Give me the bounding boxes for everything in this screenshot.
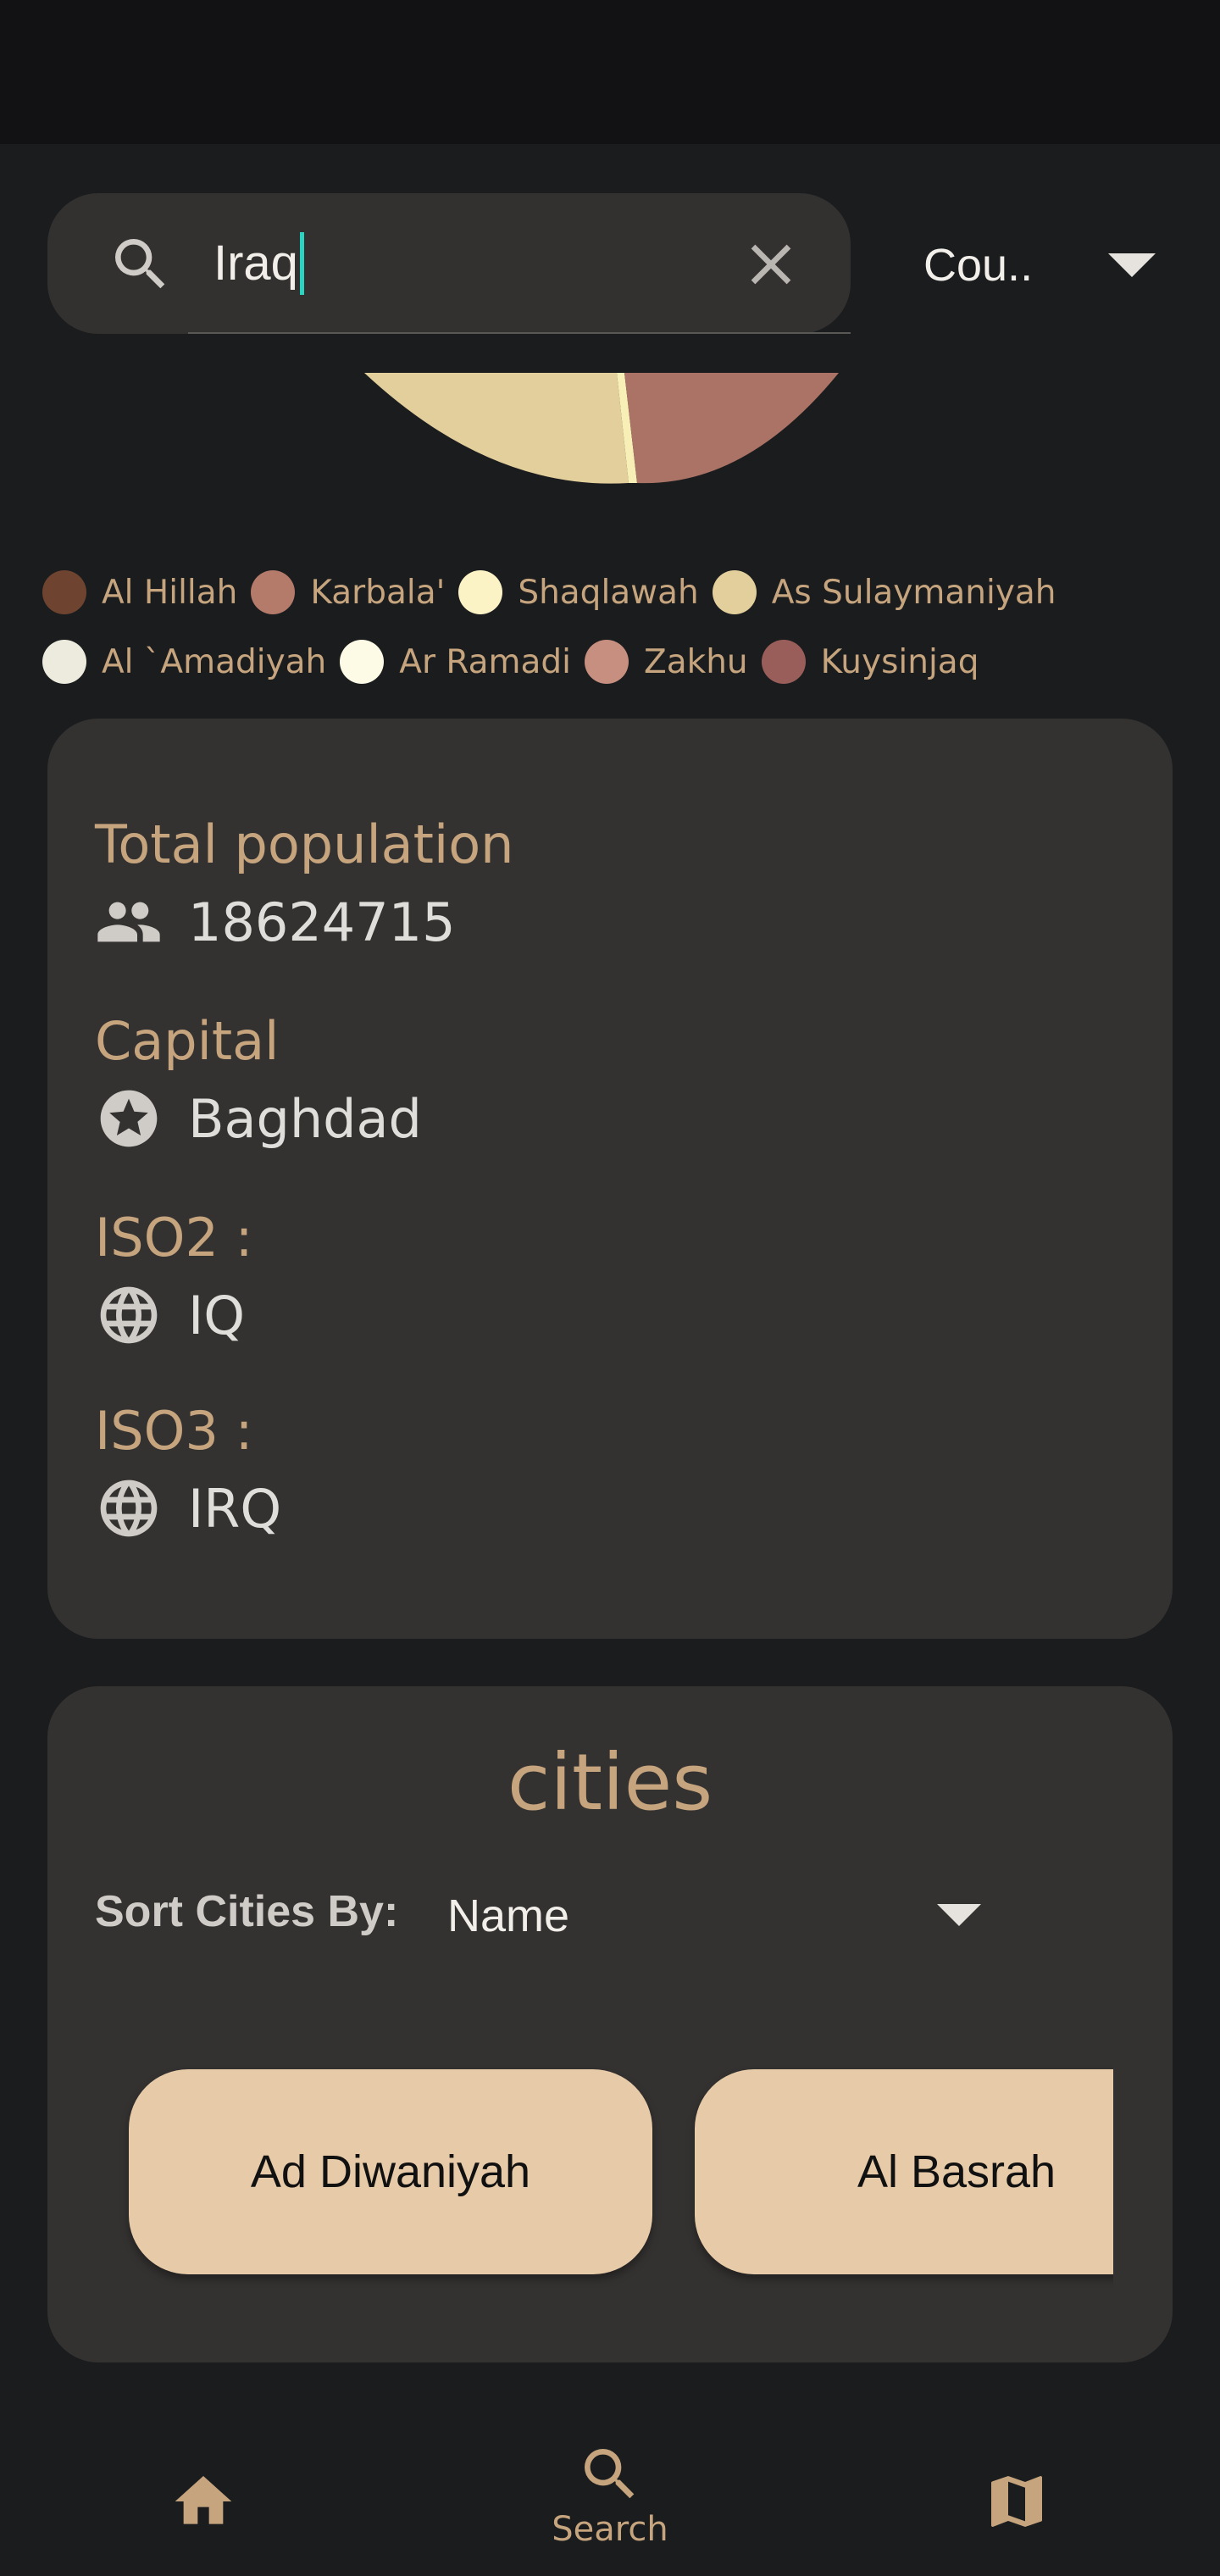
search-underline xyxy=(188,332,851,334)
legend-swatch xyxy=(712,570,757,614)
sort-label: Sort Cities By: xyxy=(95,1887,399,1936)
legend-label: Kuysinjaq xyxy=(820,642,979,681)
nav-home[interactable] xyxy=(169,2413,237,2576)
pie-legend: Al Hillah Karbala' Shaqlawah As Sulayman… xyxy=(42,563,1178,702)
legend-row-2: Al `Amadiyah Ar Ramadi Zakhu Kuysinjaq xyxy=(42,632,1178,691)
search-query: Iraq xyxy=(214,236,298,291)
legend-label: Karbala' xyxy=(310,573,446,612)
text-caret xyxy=(299,231,304,295)
legend-label: Zakhu xyxy=(644,642,748,681)
close-icon[interactable] xyxy=(737,230,805,298)
status-bar xyxy=(0,0,1220,144)
pie-slice-as-sulaymaniyah xyxy=(364,373,629,484)
legend-item-zakhu: Zakhu xyxy=(585,640,748,684)
legend-label: As Sulaymaniyah xyxy=(771,573,1056,612)
city-chip[interactable]: Al Basrah xyxy=(695,2069,1113,2274)
people-icon xyxy=(97,902,160,942)
legend-swatch xyxy=(458,570,503,614)
population-value: 18624715 xyxy=(188,891,456,953)
legend-swatch xyxy=(42,640,86,684)
iso3-row: IRQ xyxy=(95,1474,281,1542)
star-icon xyxy=(100,1090,158,1147)
population-pie-chart xyxy=(364,373,839,484)
search-type-dropdown[interactable]: Cou.. xyxy=(923,229,1161,302)
search-icon xyxy=(115,239,165,289)
legend-item-kuysinjaq: Kuysinjaq xyxy=(761,640,979,684)
city-chip[interactable]: Ad Diwaniyah xyxy=(129,2069,652,2274)
legend-swatch xyxy=(585,640,629,684)
chevron-down-icon xyxy=(937,1904,981,1926)
globe-icon xyxy=(100,1480,158,1537)
cities-card: cities Sort Cities By: Name Ad Diwaniyah… xyxy=(47,1686,1173,2362)
legend-label: Al Hillah xyxy=(102,573,238,612)
capital-label: Capital xyxy=(95,1010,280,1072)
city-list[interactable]: Ad Diwaniyah Al Basrah xyxy=(47,2059,1113,2288)
legend-item-ar-ramadi: Ar Ramadi xyxy=(340,640,571,684)
legend-item-karbala: Karbala' xyxy=(251,570,445,614)
chevron-down-icon xyxy=(1108,253,1156,277)
population-label: Total population xyxy=(95,813,514,875)
home-icon xyxy=(175,2476,232,2524)
iso2-row: IQ xyxy=(95,1281,245,1349)
legend-swatch xyxy=(251,570,296,614)
legend-item-al-amadiyah: Al `Amadiyah xyxy=(42,640,326,684)
legend-label: Ar Ramadi xyxy=(399,642,572,681)
nav-map[interactable] xyxy=(983,2413,1051,2576)
search-icon xyxy=(585,2449,635,2499)
legend-label: Shaqlawah xyxy=(518,573,699,612)
country-info-card: Total population 18624715 Capital Baghda… xyxy=(47,719,1173,1639)
capital-row: Baghdad xyxy=(95,1085,422,1152)
legend-row-1: Al Hillah Karbala' Shaqlawah As Sulayman… xyxy=(42,563,1178,622)
iso3-value: IRQ xyxy=(188,1477,282,1540)
legend-label: Al `Amadiyah xyxy=(102,642,327,681)
nav-search-label: Search xyxy=(552,2510,668,2549)
nav-search[interactable]: Search xyxy=(525,2413,695,2576)
sort-value: Name xyxy=(447,1890,570,1941)
globe-icon xyxy=(100,1286,158,1344)
iso2-label: ISO2 : xyxy=(95,1207,253,1269)
legend-item-as-sulaymaniyah: As Sulaymaniyah xyxy=(712,570,1056,614)
sort-dropdown[interactable]: Name xyxy=(447,1878,990,1954)
search-type-value: Cou.. xyxy=(923,240,1034,291)
legend-item-shaqlawah: Shaqlawah xyxy=(458,570,699,614)
legend-item-al-hillah: Al Hillah xyxy=(42,570,237,614)
cities-title: cities xyxy=(507,1737,713,1828)
pie-slice-karbala xyxy=(624,373,839,484)
iso3-label: ISO3 : xyxy=(95,1400,253,1462)
map-icon xyxy=(991,2476,1042,2527)
population-row: 18624715 xyxy=(95,888,456,956)
bottom-navigation: Search xyxy=(0,2413,1220,2576)
legend-swatch xyxy=(42,570,86,614)
legend-swatch xyxy=(340,640,385,684)
legend-swatch xyxy=(761,640,806,684)
capital-value: Baghdad xyxy=(188,1087,422,1150)
iso2-value: IQ xyxy=(188,1284,246,1346)
search-input[interactable]: Iraq xyxy=(214,227,304,300)
